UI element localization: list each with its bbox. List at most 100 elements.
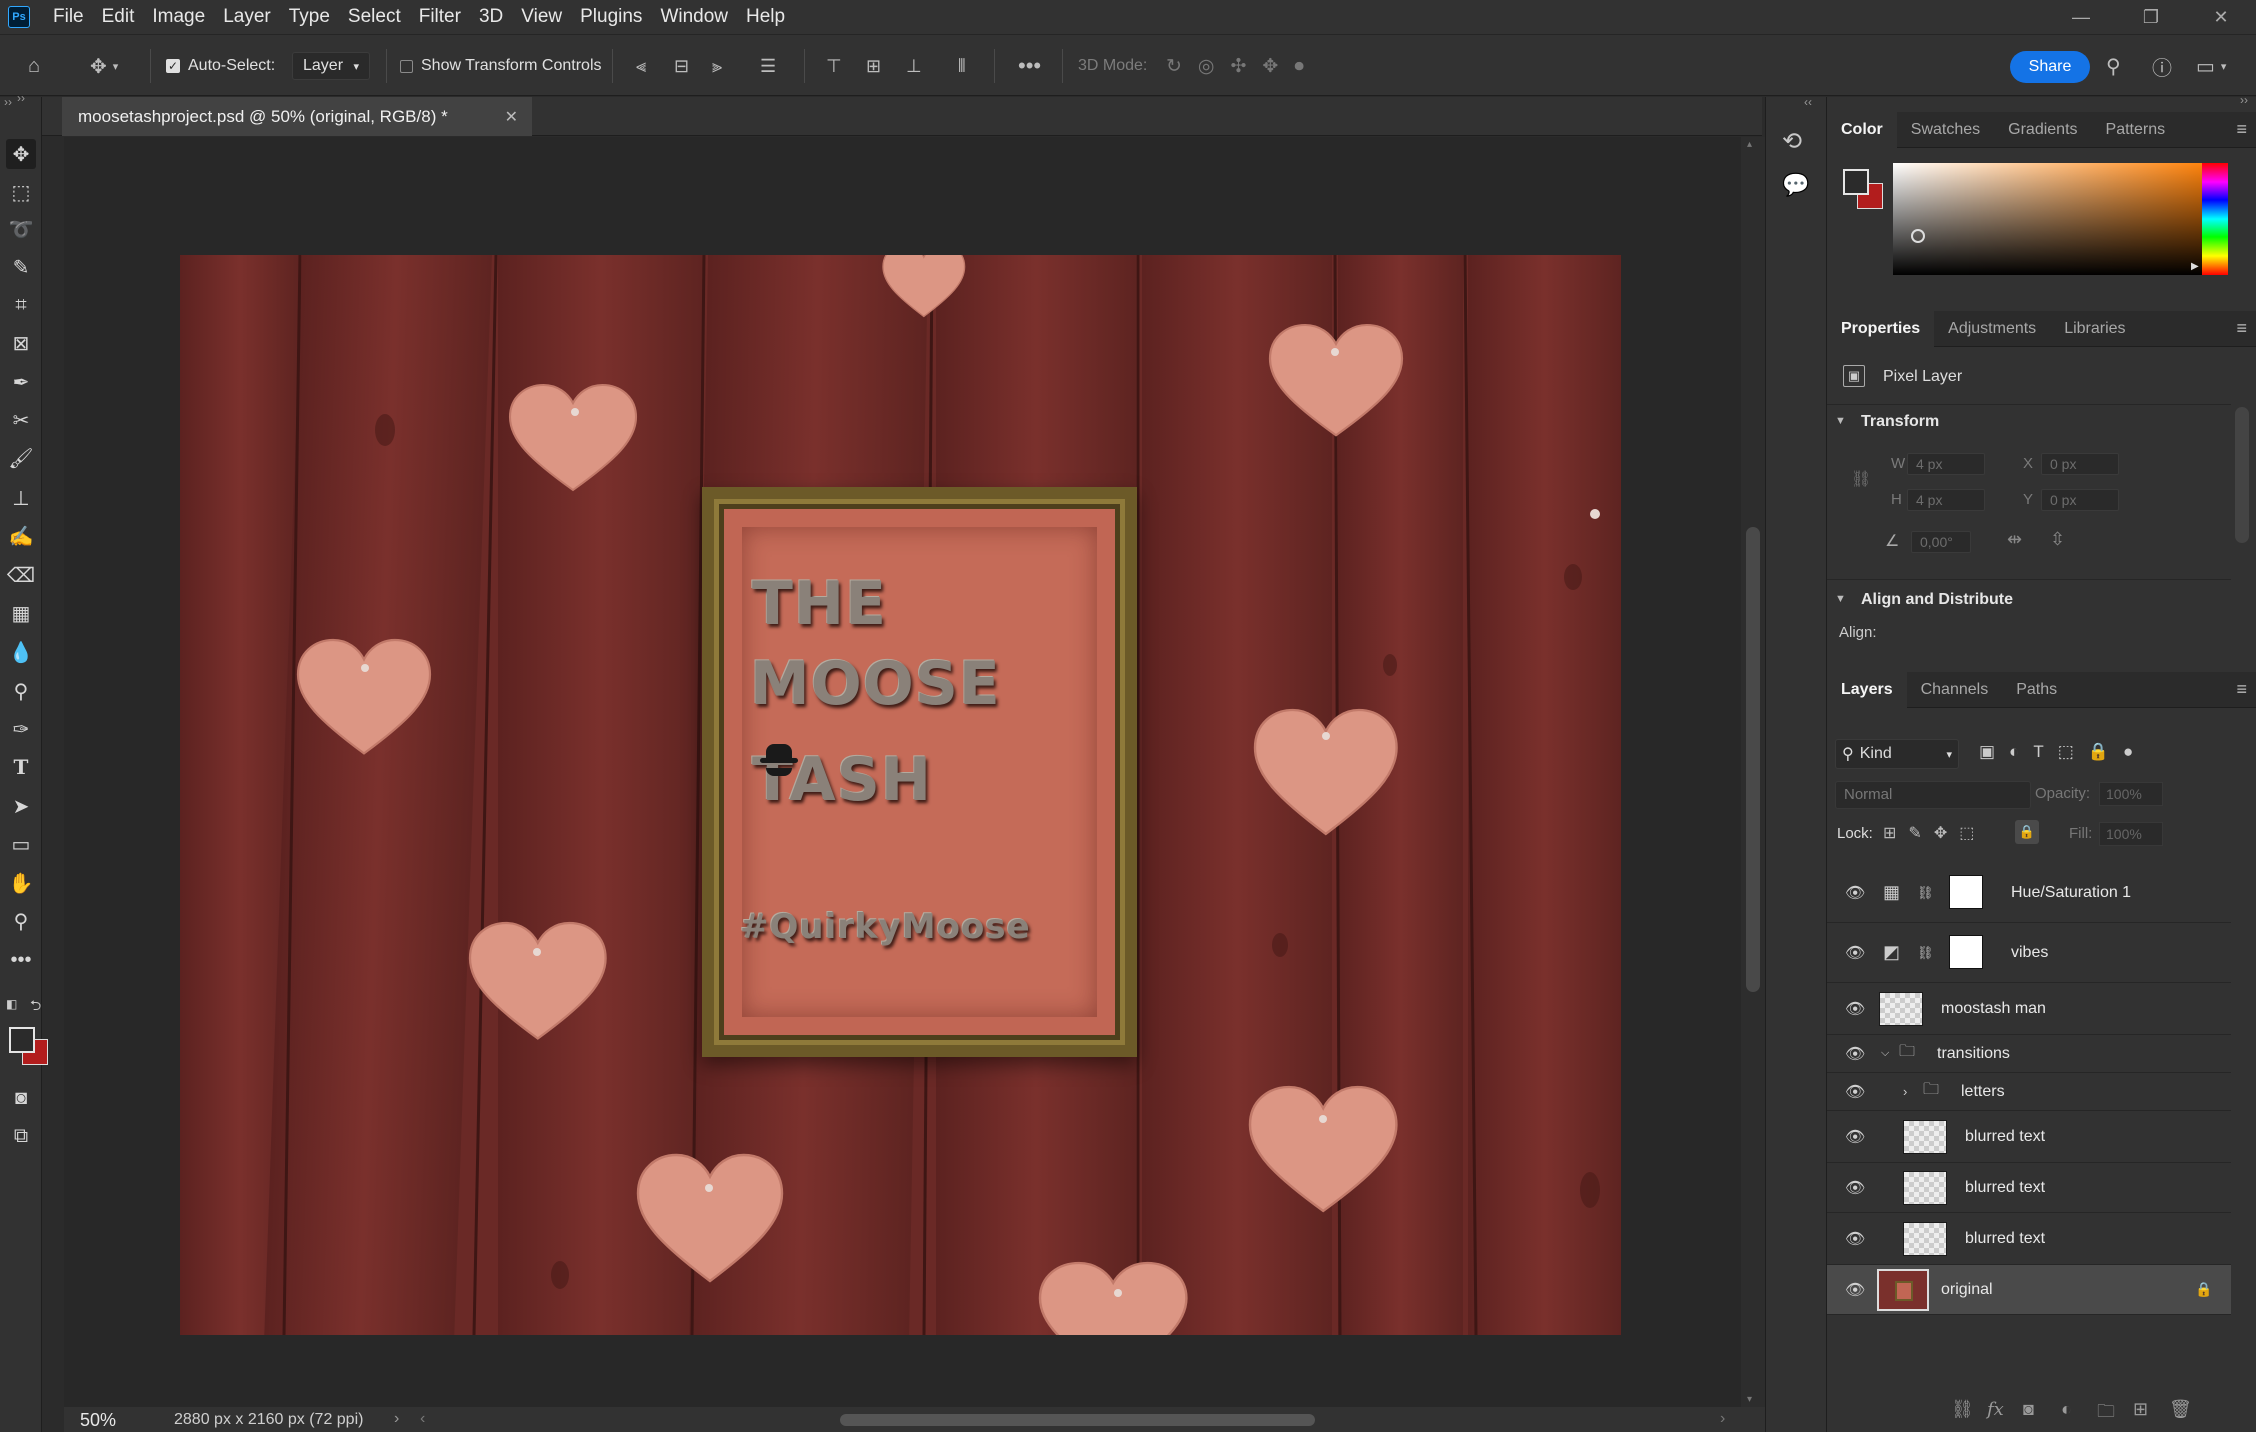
clone-stamp-tool-icon[interactable]: ⊥ — [6, 483, 36, 513]
auto-select-target-dropdown[interactable]: Layer ▾ — [292, 52, 370, 80]
align-right-icon[interactable]: ⫸ — [712, 35, 722, 97]
tab-swatches[interactable]: Swatches — [1897, 112, 1994, 148]
visibility-eye-icon[interactable]: 👁 — [1845, 883, 1865, 903]
panel-foreground-swatch[interactable] — [1843, 169, 1869, 195]
layer-mask-thumbnail[interactable] — [1949, 875, 1983, 909]
menu-image[interactable]: Image — [143, 0, 214, 34]
layer-filter-dropdown[interactable]: ⚲ Kind ▾ — [1835, 739, 1959, 769]
new-layer-icon[interactable]: ⊞ — [2133, 1399, 2148, 1420]
history-brush-tool-icon[interactable]: ✍ — [6, 521, 36, 551]
vertical-scroll-thumb[interactable] — [1746, 527, 1760, 992]
align-bottom-icon[interactable]: ⊥ — [906, 35, 922, 97]
group-expand-chevron-icon[interactable]: ⌵ — [1881, 1047, 1889, 1060]
minimize-icon[interactable]: — — [2046, 0, 2116, 34]
layer-filter-icons[interactable]: ▣◐T⬚🔒● — [1979, 742, 2147, 762]
menu-window[interactable]: Window — [651, 0, 737, 34]
opacity-field[interactable]: 100% — [2099, 782, 2163, 806]
restore-icon[interactable]: ❐ — [2116, 0, 2186, 34]
visibility-eye-icon[interactable]: 👁 — [1845, 1229, 1865, 1249]
menu-file[interactable]: File — [44, 0, 93, 34]
properties-scrollbar[interactable] — [2235, 407, 2249, 543]
visibility-eye-icon[interactable]: 👁 — [1845, 943, 1865, 963]
lock-all-icon[interactable]: 🔒 — [2015, 820, 2039, 844]
blend-mode-dropdown[interactable]: Normal — [1835, 781, 2031, 809]
help-icon[interactable]: ⓘ — [2152, 35, 2172, 97]
show-transform-checkbox[interactable] — [400, 59, 413, 73]
foreground-color-swatch[interactable] — [9, 1027, 35, 1053]
group-collapse-chevron-icon[interactable]: › — [1903, 1084, 1907, 1099]
collapse-panels-icon[interactable]: ›› — [2240, 93, 2248, 107]
add-mask-icon[interactable]: ◙ — [2023, 1399, 2034, 1420]
tab-paths[interactable]: Paths — [2002, 672, 2071, 708]
healing-brush-tool-icon[interactable]: ✂ — [6, 405, 36, 435]
menu-help[interactable]: Help — [737, 0, 794, 34]
pen-tool-icon[interactable]: ✑ — [6, 714, 36, 744]
rectangle-tool-icon[interactable]: ▭ — [6, 829, 36, 859]
menu-edit[interactable]: Edit — [93, 0, 144, 34]
width-field[interactable]: 4 px — [1907, 453, 1985, 475]
distribute-horizontal-icon[interactable]: ⫴ — [958, 35, 966, 97]
layer-row-blurred-text[interactable]: 👁 blurred text — [1827, 1213, 2231, 1265]
comments-panel-icon[interactable]: 💬 — [1782, 172, 1809, 198]
align-top-icon[interactable]: ⊤ — [826, 35, 842, 97]
layer-row-vibes[interactable]: 👁 ◩ ⛓ vibes — [1827, 923, 2231, 983]
mask-link-icon[interactable]: ⛓ — [1917, 945, 1934, 961]
home-icon[interactable]: ⌂ — [28, 35, 40, 97]
visibility-eye-icon[interactable]: 👁 — [1845, 1082, 1865, 1102]
history-panel-icon[interactable]: ⟲ — [1782, 127, 1802, 156]
share-button[interactable]: Share — [2010, 51, 2090, 83]
screen-mode-icon[interactable]: ⧉ — [6, 1121, 36, 1151]
layer-row-blurred-text[interactable]: 👁 blurred text — [1827, 1163, 2231, 1213]
visibility-eye-icon[interactable]: 👁 — [1845, 1044, 1865, 1064]
link-layers-icon[interactable]: ⛓ — [1951, 1399, 1974, 1420]
expand-panels-icon[interactable]: ›› — [4, 95, 12, 109]
frame-tool-icon[interactable]: ⊠ — [6, 328, 36, 358]
layer-lock-icon[interactable]: 🔒 — [2195, 1281, 2212, 1298]
color-picker-field[interactable] — [1893, 163, 2219, 275]
tab-adjustments[interactable]: Adjustments — [1934, 311, 2050, 347]
layer-row-original[interactable]: 👁 original 🔒 — [1827, 1265, 2231, 1315]
transform-chevron-icon[interactable]: ▼ — [1835, 415, 1846, 427]
quick-mask-icon[interactable]: ◙ — [6, 1083, 36, 1113]
x-field[interactable]: 0 px — [2041, 453, 2119, 475]
gradient-tool-icon[interactable]: ▦ — [6, 598, 36, 628]
horizontal-scroll-thumb[interactable] — [840, 1414, 1315, 1426]
quick-selection-tool-icon[interactable]: ✎ — [6, 252, 36, 282]
height-field[interactable]: 4 px — [1907, 489, 1985, 511]
layer-row-letters-group[interactable]: 👁 › 🗀 letters — [1827, 1073, 2231, 1111]
menu-plugins[interactable]: Plugins — [571, 0, 651, 34]
new-group-icon[interactable]: 🗀 — [2097, 1399, 2115, 1429]
tab-channels[interactable]: Channels — [1907, 672, 2003, 708]
crop-tool-icon[interactable]: ⌗ — [6, 290, 36, 320]
hue-slider[interactable] — [2202, 163, 2228, 275]
tab-patterns[interactable]: Patterns — [2092, 112, 2180, 148]
menu-view[interactable]: View — [512, 0, 571, 34]
lasso-tool-icon[interactable]: ➰ — [6, 214, 36, 244]
align-chevron-icon[interactable]: ▼ — [1835, 593, 1846, 605]
menu-filter[interactable]: Filter — [410, 0, 470, 34]
fill-field[interactable]: 100% — [2099, 822, 2163, 846]
layer-mask-thumbnail[interactable] — [1949, 935, 1983, 969]
zoom-tool-icon[interactable]: ⚲ — [6, 906, 36, 936]
layer-style-icon[interactable]: fx — [1987, 1399, 2004, 1420]
close-icon[interactable]: ✕ — [2186, 0, 2256, 34]
marquee-tool-icon[interactable]: ⬚ — [6, 177, 36, 207]
flip-horizontal-icon[interactable]: ⇹ — [2007, 529, 2022, 550]
auto-select-checkbox[interactable]: ✓ — [166, 59, 180, 73]
more-options-icon[interactable]: ••• — [1018, 35, 1041, 97]
visibility-eye-icon[interactable]: 👁 — [1845, 1127, 1865, 1147]
properties-panel-menu-icon[interactable]: ≡ — [2236, 318, 2247, 339]
distribute-vertical-icon[interactable]: ☰ — [760, 35, 776, 97]
3d-mode-icons[interactable]: ↻◎✣✥⏺ — [1166, 35, 1320, 97]
color-panel-menu-icon[interactable]: ≡ — [2236, 119, 2247, 140]
menu-select[interactable]: Select — [339, 0, 410, 34]
search-icon[interactable]: ⚲ — [2106, 35, 2121, 97]
visibility-eye-icon[interactable]: 👁 — [1845, 1280, 1865, 1300]
visibility-eye-icon[interactable]: 👁 — [1845, 1178, 1865, 1198]
lock-options-icons[interactable]: ⊞✎✥⬚ — [1883, 823, 1986, 843]
layer-row-transitions-group[interactable]: 👁 ⌵ 🗀 transitions — [1827, 1035, 2231, 1073]
angle-field[interactable]: 0,00° — [1911, 531, 1971, 553]
mask-link-icon[interactable]: ⛓ — [1917, 885, 1934, 901]
tab-libraries[interactable]: Libraries — [2050, 311, 2139, 347]
menu-layer[interactable]: Layer — [214, 0, 280, 34]
